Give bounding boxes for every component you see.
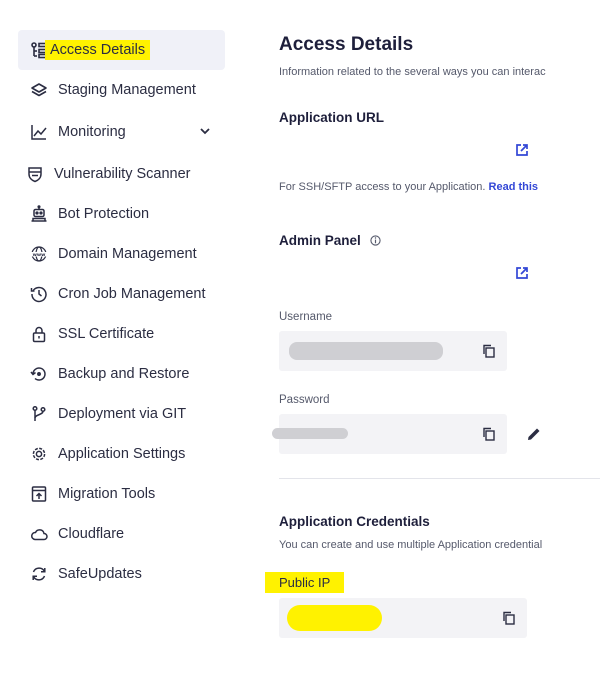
svg-text:www: www [33, 253, 46, 258]
git-branch-icon [28, 403, 50, 425]
copy-icon[interactable] [502, 611, 516, 625]
robot-icon [28, 203, 50, 225]
username-redacted [289, 342, 443, 360]
sidebar-item-bot-protection[interactable]: Bot Protection [18, 194, 225, 234]
page-subtitle: Information related to the several ways … [279, 66, 546, 78]
sidebar-item-label: Monitoring [58, 124, 126, 140]
sidebar-item-label: SSL Certificate [58, 326, 155, 342]
ssh-note-text: For SSH/SFTP access to your Application. [279, 181, 486, 193]
shield-scan-icon [24, 163, 46, 185]
sidebar-item-deployment-via-git[interactable]: Deployment via GIT [18, 394, 225, 434]
www-globe-icon: www [28, 243, 50, 265]
sidebar-item-access-details[interactable]: Access Details [18, 30, 225, 70]
admin-panel-heading: Admin Panel [279, 233, 381, 248]
sidebar-item-label: Migration Tools [58, 486, 156, 502]
admin-panel-label: Admin Panel [279, 233, 361, 248]
public-ip-label: Public IP [265, 572, 345, 593]
external-link-icon[interactable] [515, 143, 529, 157]
sidebar-item-domain-management[interactable]: www Domain Management [18, 234, 225, 274]
username-label: Username [279, 311, 333, 323]
password-redacted [272, 428, 348, 439]
chevron-down-icon[interactable] [199, 125, 211, 137]
sidebar-item-migration-tools[interactable]: Migration Tools [18, 474, 225, 514]
pencil-edit-icon[interactable] [526, 426, 542, 442]
sidebar-item-cron-job-management[interactable]: Cron Job Management [18, 274, 225, 314]
sidebar-item-monitoring[interactable]: Monitoring [18, 112, 225, 152]
sidebar-item-label: Bot Protection [58, 206, 150, 222]
lock-icon [28, 323, 50, 345]
password-label: Password [279, 394, 330, 406]
sidebar-item-label: Backup and Restore [58, 366, 190, 382]
sidebar-item-label: Staging Management [58, 82, 196, 98]
copy-icon[interactable] [482, 427, 496, 441]
sidebar-item-label: SafeUpdates [58, 566, 142, 582]
sidebar-item-vulnerability-scanner[interactable]: Vulnerability Scanner [18, 154, 225, 194]
sidebar-item-label: Cron Job Management [58, 286, 206, 302]
refresh-icon [28, 563, 50, 585]
migration-icon [28, 483, 50, 505]
chart-line-icon [28, 121, 50, 143]
sidebar-item-label: Application Settings [58, 446, 186, 462]
public-ip-redacted [287, 605, 382, 631]
cloud-icon [28, 523, 50, 545]
sidebar-item-application-settings[interactable]: Application Settings [18, 434, 225, 474]
history-clock-icon [28, 283, 50, 305]
sidebar-item-label: Deployment via GIT [58, 406, 187, 422]
application-url-heading: Application URL [279, 110, 384, 125]
sidebar-item-staging-management[interactable]: Staging Management [18, 70, 225, 110]
sidebar: Access Details Staging Management Monito… [0, 0, 240, 674]
restore-icon [28, 363, 50, 385]
read-this-link[interactable]: Read this [489, 181, 539, 193]
divider [279, 478, 600, 479]
ssh-note: For SSH/SFTP access to your Application.… [279, 181, 538, 193]
credentials-subtitle: You can create and use multiple Applicat… [279, 539, 543, 551]
sidebar-item-backup-and-restore[interactable]: Backup and Restore [18, 354, 225, 394]
sidebar-item-label: Vulnerability Scanner [54, 166, 191, 182]
gear-icon [28, 443, 50, 465]
info-icon[interactable] [369, 235, 381, 246]
sidebar-item-ssl-certificate[interactable]: SSL Certificate [18, 314, 225, 354]
sidebar-item-label: Cloudflare [58, 526, 125, 542]
page-title: Access Details [279, 34, 414, 55]
sidebar-item-label: Domain Management [58, 246, 197, 262]
external-link-icon[interactable] [515, 266, 529, 280]
credentials-heading: Application Credentials [279, 514, 430, 529]
copy-icon[interactable] [482, 344, 496, 358]
sidebar-item-label: Access Details [45, 40, 151, 60]
sidebar-item-cloudflare[interactable]: Cloudflare [18, 514, 225, 554]
layers-icon [28, 79, 50, 101]
sidebar-item-safeupdates[interactable]: SafeUpdates [18, 554, 225, 594]
